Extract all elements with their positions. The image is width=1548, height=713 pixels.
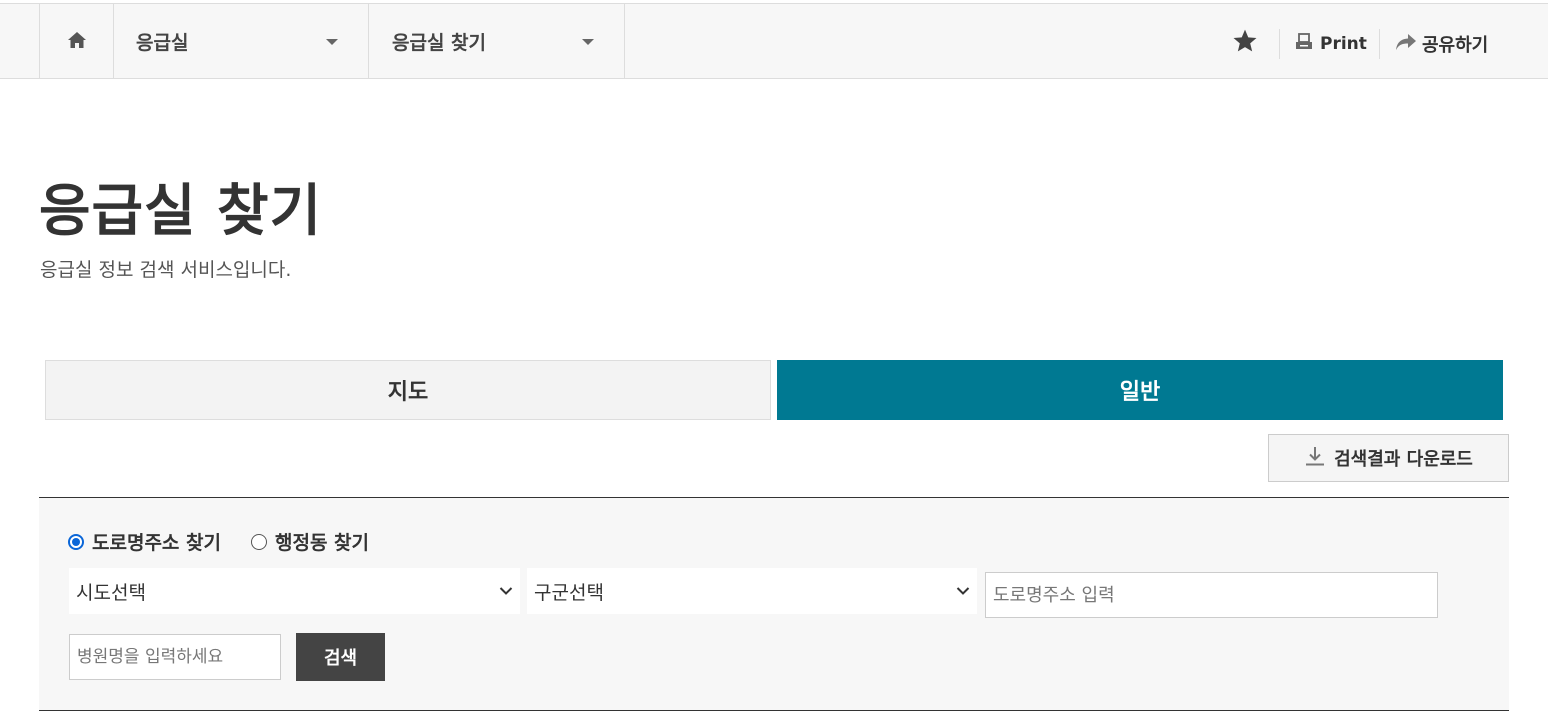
page-title: 응급실 찾기 (39, 179, 323, 244)
chevron-down-icon (498, 583, 514, 603)
star-icon (1232, 29, 1258, 58)
radio-admin-district-label: 행정동 찾기 (274, 532, 369, 554)
radio-admin-district[interactable]: 행정동 찾기 (250, 528, 369, 555)
breadcrumb-level1-dropdown[interactable]: 응급실 (113, 4, 369, 79)
breadcrumb-bar: 응급실 응급실 찾기 Print 공유하기 (0, 3, 1548, 79)
tab-general[interactable]: 일반 (777, 360, 1503, 420)
download-results-button[interactable]: 검색결과 다운로드 (1268, 434, 1509, 482)
radio-road-address[interactable]: 도로명주소 찾기 (68, 528, 221, 555)
download-icon (1304, 445, 1334, 472)
print-button[interactable]: Print (1294, 32, 1367, 56)
print-label: Print (1320, 34, 1367, 54)
breadcrumb-level1-label: 응급실 (136, 32, 189, 54)
favorite-button[interactable] (1232, 28, 1258, 58)
chevron-down-icon (955, 583, 971, 603)
tool-divider (1279, 29, 1280, 59)
caret-down-icon (582, 39, 594, 45)
tab-map[interactable]: 지도 (45, 360, 771, 420)
search-button[interactable]: 검색 (296, 633, 385, 681)
share-label: 공유하기 (1422, 35, 1489, 56)
breadcrumb-level2-label: 응급실 찾기 (392, 32, 487, 54)
search-type-radio-group: 도로명주소 찾기 행정동 찾기 (68, 528, 399, 555)
sido-select-value: 시도선택 (76, 581, 146, 604)
gugun-select-value: 구군선택 (534, 581, 604, 604)
caret-down-icon (326, 39, 338, 45)
breadcrumb-level2-dropdown[interactable]: 응급실 찾기 (369, 4, 625, 79)
radio-unchecked-icon (250, 533, 267, 550)
sido-select[interactable]: 시도선택 (69, 568, 520, 614)
printer-icon (1294, 32, 1314, 56)
radio-road-address-label: 도로명주소 찾기 (92, 532, 221, 554)
search-panel: 도로명주소 찾기 행정동 찾기 시도선택 구군선택 검색 (39, 497, 1509, 711)
home-button[interactable] (39, 4, 114, 79)
hospital-name-input[interactable] (69, 634, 281, 680)
page-description: 응급실 정보 검색 서비스입니다. (40, 259, 292, 281)
tool-divider (1379, 29, 1380, 59)
home-icon (67, 31, 87, 53)
gugun-select[interactable]: 구군선택 (527, 568, 977, 614)
radio-checked-icon (68, 533, 84, 550)
download-label: 검색결과 다운로드 (1334, 449, 1473, 470)
road-address-input[interactable] (985, 572, 1438, 618)
share-button[interactable]: 공유하기 (1394, 31, 1488, 57)
share-arrow-icon (1394, 32, 1418, 56)
